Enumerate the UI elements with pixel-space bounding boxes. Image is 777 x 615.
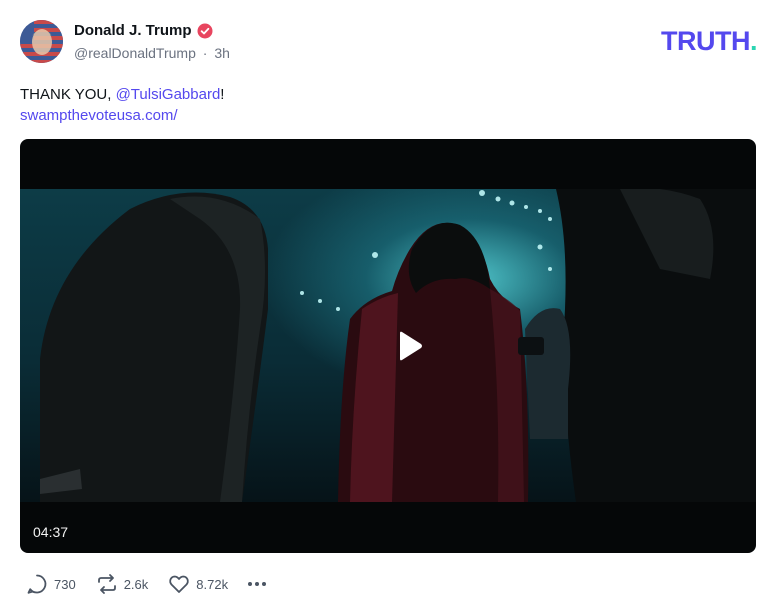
like-button[interactable]: 8.72k — [168, 573, 228, 595]
author-name[interactable]: Donald J. Trump — [74, 22, 192, 39]
reply-icon — [27, 574, 47, 594]
truth-post: Donald J. Trump @realDonaldTrump · 3h TR… — [0, 0, 777, 615]
action-bar: 730 2.6k 8.72k — [26, 573, 267, 595]
more-options-icon[interactable] — [248, 578, 267, 590]
play-icon — [400, 331, 422, 361]
reply-count: 730 — [54, 576, 76, 592]
play-button[interactable] — [368, 306, 448, 386]
separator: · — [202, 45, 208, 61]
post-time[interactable]: 3h — [214, 45, 230, 61]
video-duration: 04:37 — [33, 524, 69, 540]
author-handle[interactable]: @realDonaldTrump — [74, 45, 196, 61]
retruth-count: 2.6k — [123, 576, 149, 592]
reply-button[interactable]: 730 — [26, 573, 76, 595]
post-text: THANK YOU, @TulsiGabbard! swampthevoteus… — [20, 84, 224, 126]
retruth-icon — [97, 574, 116, 594]
logo-text: TRUTH — [661, 26, 750, 56]
retruth-button[interactable]: 2.6k — [96, 573, 149, 595]
mention-link[interactable]: @TulsiGabbard — [116, 86, 221, 103]
post-text-suffix: ! — [220, 86, 225, 103]
heart-icon — [169, 575, 189, 593]
like-count: 8.72k — [196, 576, 229, 592]
avatar-image — [20, 20, 63, 63]
external-link[interactable]: swampthevoteusa.com/ — [20, 105, 224, 126]
post-text-prefix: THANK YOU, — [20, 86, 116, 103]
video-player[interactable]: 04:37 — [20, 139, 756, 553]
author-block: Donald J. Trump @realDonaldTrump · 3h — [74, 22, 230, 61]
truth-logo[interactable]: TRUTH. — [661, 26, 758, 56]
logo-dot: . — [749, 26, 758, 56]
avatar[interactable] — [20, 20, 63, 63]
verified-badge-icon — [197, 23, 213, 39]
